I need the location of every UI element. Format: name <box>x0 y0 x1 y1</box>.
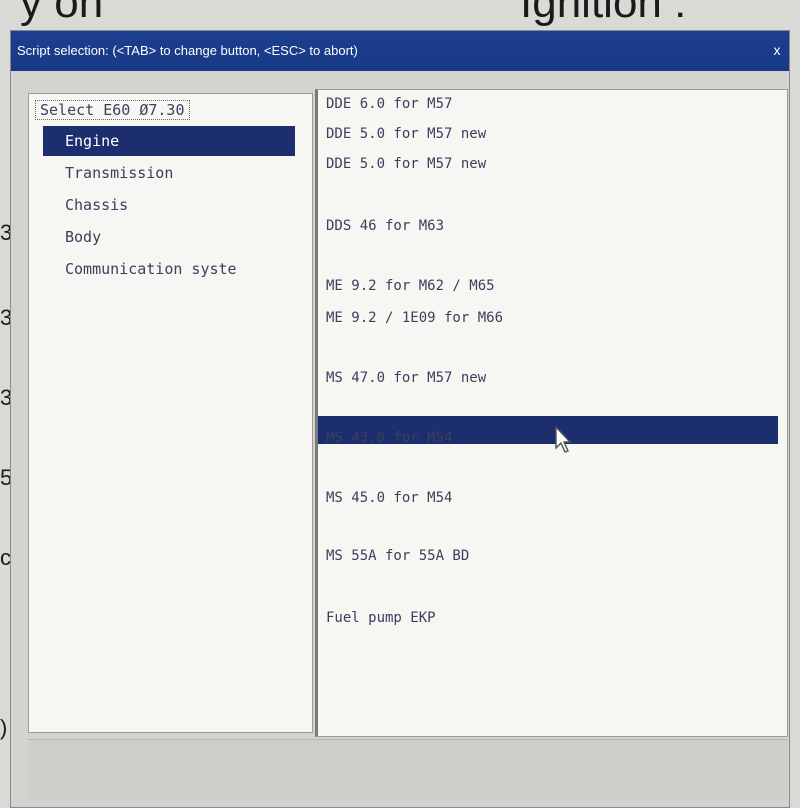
script-item[interactable]: Fuel pump EKP <box>326 610 436 626</box>
dialog-title: Script selection: (<TAB> to change butto… <box>17 43 358 58</box>
script-item[interactable]: MS 47.0 for M57 new <box>326 370 486 386</box>
dialog-titlebar: Script selection: (<TAB> to change butto… <box>11 31 789 71</box>
script-list-panel: DDE 6.0 for M57 DDE 5.0 for M57 new DDE … <box>315 89 788 737</box>
script-item[interactable]: ME 9.2 / 1E09 for M66 <box>326 310 503 326</box>
script-item[interactable]: ME 9.2 for M62 / M65 <box>326 278 495 294</box>
tree-item-chassis[interactable]: Chassis <box>29 190 295 220</box>
tree-root-label: Select E60 Ø7.30 <box>35 100 190 120</box>
script-item[interactable]: MS 43.0 for M54 <box>326 430 452 446</box>
background-text-left: y on <box>20 0 104 27</box>
close-icon[interactable]: x <box>769 41 785 59</box>
script-selection-dialog: Script selection: (<TAB> to change butto… <box>10 30 790 808</box>
mouse-pointer-icon <box>555 426 572 453</box>
tree-item-transmission[interactable]: Transmission <box>29 158 295 188</box>
script-item[interactable]: DDE 5.0 for M57 new <box>326 156 486 172</box>
script-item[interactable]: DDE 5.0 for M57 new <box>326 126 486 142</box>
script-item[interactable]: DDS 46 for M63 <box>326 218 444 234</box>
script-item[interactable]: MS 55A for 55A BD <box>326 548 469 564</box>
background-text-right: Ignition : <box>520 0 687 27</box>
tree-item-communication-system[interactable]: Communication syste <box>29 254 295 284</box>
tree-item-engine[interactable]: Engine <box>43 126 295 156</box>
script-item[interactable]: MS 45.0 for M54 <box>326 490 452 506</box>
tree-item-body[interactable]: Body <box>29 222 295 252</box>
category-tree-panel: Select E60 Ø7.30 Engine Transmission Cha… <box>28 93 313 733</box>
dialog-button-bar <box>28 739 788 800</box>
script-item[interactable]: DDE 6.0 for M57 <box>326 96 452 112</box>
